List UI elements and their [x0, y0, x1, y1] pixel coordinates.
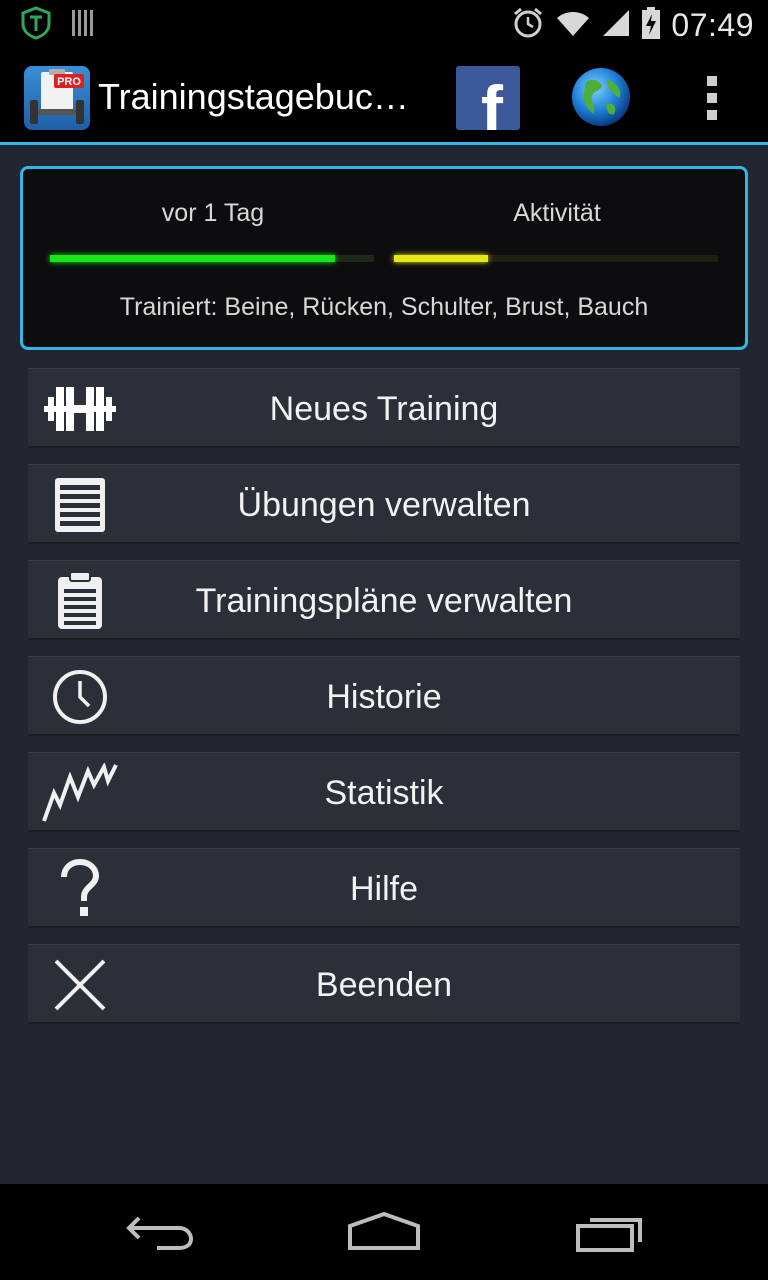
status-bar: 07:49	[0, 0, 768, 50]
globe-icon[interactable]	[570, 66, 632, 128]
facebook-icon[interactable]: f	[456, 66, 520, 130]
statistics-button[interactable]: Statistik	[28, 752, 740, 832]
menu-label: Beenden	[315, 966, 453, 1004]
shield-app-icon	[20, 5, 52, 45]
menu-label: Historie	[326, 678, 442, 716]
screen: 07:49 PRO Trainingstagebuc… f vor 1 Tag …	[0, 0, 768, 1280]
overflow-menu-icon[interactable]	[692, 68, 732, 128]
menu-label: Statistik	[324, 774, 444, 812]
app-title: Trainingstagebuc…	[98, 76, 409, 117]
facebook-glyph: f	[481, 72, 504, 130]
activity-bar	[394, 255, 488, 262]
barcode-icon	[70, 8, 98, 43]
status-panel: vor 1 Tag Aktivität Trainiert: Beine, Rü…	[20, 166, 748, 350]
pro-badge: PRO	[57, 76, 81, 88]
manage-plans-button[interactable]: Trainingspläne verwalten	[28, 560, 740, 640]
home-icon[interactable]	[334, 1204, 434, 1260]
menu-label: Trainingspläne verwalten	[195, 582, 573, 620]
activity-bar-track	[394, 255, 718, 262]
menu-label: Neues Training	[269, 390, 499, 428]
history-button[interactable]: Historie	[28, 656, 740, 736]
last-training-bar	[50, 255, 336, 262]
battery-icon	[641, 6, 661, 45]
menu-label: Hilfe	[349, 870, 419, 908]
alarm-icon	[511, 6, 545, 45]
action-bar-divider	[0, 142, 768, 145]
help-button[interactable]: Hilfe	[28, 848, 740, 928]
trained-muscles-text: Trainiert: Beine, Rücken, Schulter, Brus…	[119, 293, 649, 321]
navigation-bar	[0, 1184, 768, 1280]
exit-button[interactable]: Beenden	[28, 944, 740, 1024]
last-training-bar-track	[50, 255, 374, 262]
menu-label: Übungen verwalten	[237, 486, 531, 524]
main-menu: Neues Training Übungen verwalten Trainin…	[28, 368, 740, 1040]
manage-exercises-button[interactable]: Übungen verwalten	[28, 464, 740, 544]
signal-icon	[601, 8, 631, 43]
wifi-icon	[555, 8, 591, 43]
recents-icon[interactable]	[560, 1204, 660, 1260]
action-bar: PRO Trainingstagebuc… f	[0, 50, 768, 144]
new-training-button[interactable]: Neues Training	[28, 368, 740, 448]
back-icon[interactable]	[110, 1204, 210, 1260]
last-training-label: vor 1 Tag	[161, 199, 265, 227]
activity-label: Aktivität	[513, 199, 601, 227]
status-time: 07:49	[671, 6, 754, 43]
app-icon[interactable]: PRO	[24, 66, 90, 130]
